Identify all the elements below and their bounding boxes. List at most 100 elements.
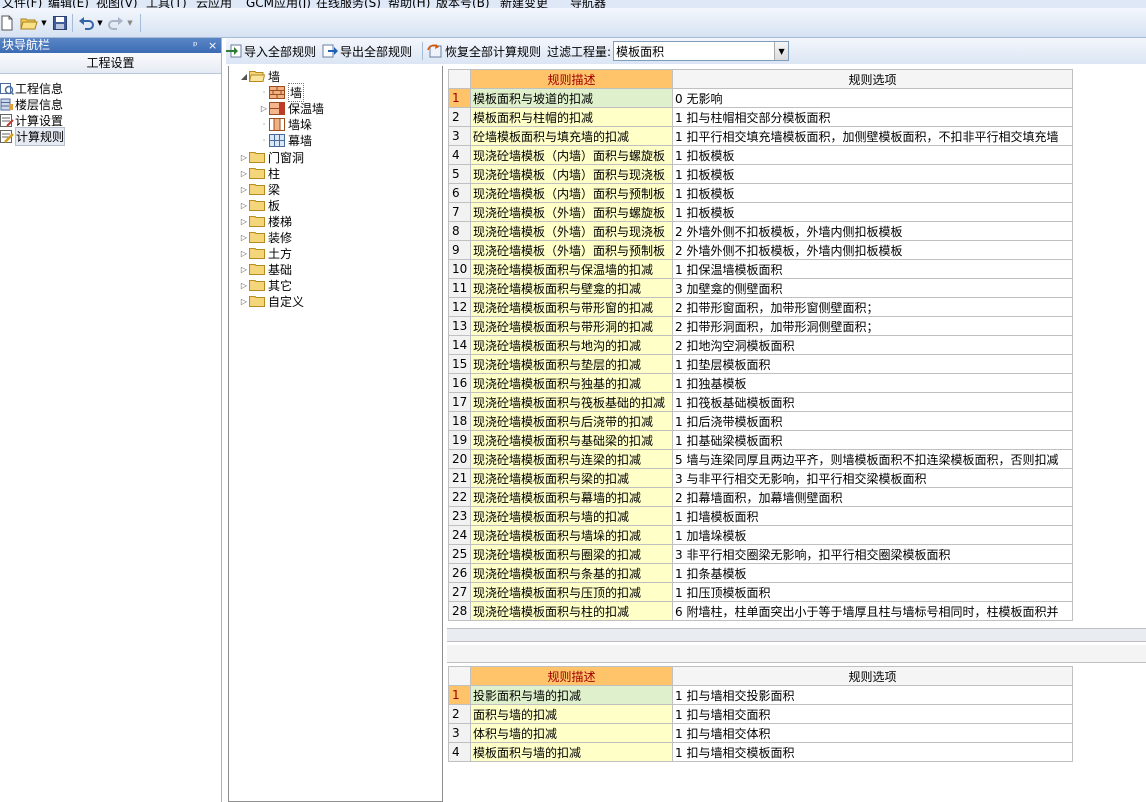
table-row[interactable]: 8 现浇砼墙模板（外墙）面积与现浇板 2 外墙外侧不扣板模板，外墙内侧扣板模板 [448, 221, 1073, 241]
row-number[interactable]: 8 [448, 221, 471, 241]
tree-node-curtain-wall[interactable]: · 幕墙 [259, 132, 312, 148]
chevron-down-icon[interactable]: ▼ [774, 42, 789, 60]
chevron-down-icon[interactable]: ▼ [40, 14, 48, 32]
row-number[interactable]: 19 [448, 430, 471, 450]
rule-option-cell[interactable]: 1 扣后浇带模板面积 [672, 411, 1073, 431]
rule-option-cell[interactable]: 5 墙与连梁同厚且两边平齐，则墙模板面积不扣连梁模板面积，否则扣减 [672, 449, 1073, 469]
table-row[interactable]: 15 现浇砼墙模板面积与垫层的扣减 1 扣垫层模板面积 [448, 354, 1073, 374]
tree-node-wall[interactable]: · 墙 [259, 82, 305, 102]
redo-icon[interactable] [108, 14, 124, 32]
table-row[interactable]: 23 现浇砼墙模板面积与墙的扣减 1 扣墙模板面积 [448, 506, 1073, 526]
row-number[interactable]: 20 [448, 449, 471, 469]
menu-item-navigator[interactable]: 导航器 [570, 0, 606, 8]
expand-icon[interactable]: ▷ [239, 185, 249, 194]
rule-option-cell[interactable]: 6 附墙柱，柱单面突出小于等于墙厚且柱与墙标号相同时，柱模板面积并 [672, 601, 1073, 621]
table-row[interactable]: 2 模板面积与柱帽的扣减 1 扣与柱帽相交部分模板面积 [448, 107, 1073, 127]
expand-icon[interactable]: ▷ [239, 233, 249, 242]
rule-option-cell[interactable]: 1 扣板模板 [672, 183, 1073, 203]
row-number[interactable]: 1 [448, 88, 471, 108]
table-row[interactable]: 13 现浇砼墙模板面积与带形洞的扣减 2 扣带形洞面积，加带形洞侧壁面积； [448, 316, 1073, 336]
expand-icon[interactable]: ▷ [239, 297, 249, 306]
header-rule-options[interactable]: 规则选项 [672, 666, 1073, 686]
menu-item-edit[interactable]: 编辑(E) [48, 0, 89, 8]
rule-option-cell[interactable]: 2 扣带形洞面积，加带形洞侧壁面积； [672, 316, 1073, 336]
tree-node-earthwork[interactable]: ▷ 土方 [239, 245, 292, 261]
table-row[interactable]: 12 现浇砼墙模板面积与带形窗的扣减 2 扣带形窗面积，加带形窗侧壁面积； [448, 297, 1073, 317]
row-number[interactable]: 24 [448, 525, 471, 545]
table-row[interactable]: 1 模板面积与坡道的扣减 0 无影响 [448, 88, 1073, 108]
row-number[interactable]: 14 [448, 335, 471, 355]
table-row[interactable]: 28 现浇砼墙模板面积与柱的扣减 6 附墙柱，柱单面突出小于等于墙厚且柱与墙标号相同… [448, 601, 1073, 621]
row-number[interactable]: 13 [448, 316, 471, 336]
export-rules-button[interactable]: 导出全部规则 [322, 43, 412, 60]
tree-node-slab[interactable]: ▷ 板 [239, 197, 280, 213]
row-number[interactable]: 18 [448, 411, 471, 431]
nav-item-project-info[interactable]: 工程信息 [0, 80, 221, 96]
header-rule-description[interactable]: 规则描述 [470, 69, 673, 89]
nav-group-project-settings[interactable]: 工程设置 [0, 53, 221, 74]
tree-node-insulation-wall[interactable]: ▷ 保温墙 [259, 100, 324, 116]
row-number[interactable]: 7 [448, 202, 471, 222]
table-row[interactable]: 4 现浇砼墙模板（内墙）面积与螺旋板 1 扣板模板 [448, 145, 1073, 165]
row-number[interactable]: 3 [448, 126, 471, 146]
rule-option-cell[interactable]: 1 扣板模板 [672, 145, 1073, 165]
table-row[interactable]: 10 现浇砼墙模板面积与保温墙的扣减 1 扣保温墙模板面积 [448, 259, 1073, 279]
table-row[interactable]: 6 现浇砼墙模板（内墙）面积与预制板 1 扣板模板 [448, 183, 1073, 203]
rule-option-cell[interactable]: 1 扣基础梁模板面积 [672, 430, 1073, 450]
rule-option-cell[interactable]: 1 扣条基模板 [672, 563, 1073, 583]
header-rule-options[interactable]: 规则选项 [672, 69, 1073, 89]
table-row[interactable]: 14 现浇砼墙模板面积与地沟的扣减 2 扣地沟空洞模板面积 [448, 335, 1073, 355]
row-number[interactable]: 3 [448, 723, 471, 743]
rule-option-cell[interactable]: 1 扣筏板基础模板面积 [672, 392, 1073, 412]
filter-quantity-select[interactable]: 模板面积 ▼ [613, 41, 790, 61]
rule-option-cell[interactable]: 1 扣保温墙模板面积 [672, 259, 1073, 279]
rule-option-cell[interactable]: 1 扣平行相交填充墙模板面积，加侧壁模板面积，不扣非平行相交填充墙 [672, 126, 1073, 146]
tree-node-other[interactable]: ▷ 其它 [239, 277, 292, 293]
table-row[interactable]: 4 模板面积与墙的扣减 1 扣与墙相交模板面积 [448, 742, 1073, 762]
table-row[interactable]: 16 现浇砼墙模板面积与独基的扣减 1 扣独基模板 [448, 373, 1073, 393]
tree-node-wall-group[interactable]: ◢ 墙 [239, 68, 280, 84]
rule-option-cell[interactable]: 2 外墙外侧不扣板模板，外墙内侧扣板模板 [672, 240, 1073, 260]
menu-item-cloud[interactable]: 云应用 [196, 0, 232, 8]
save-icon[interactable] [52, 14, 68, 32]
expand-icon[interactable]: ▷ [239, 281, 249, 290]
rule-option-cell[interactable]: 1 扣与墙相交面积 [672, 704, 1073, 724]
table-row[interactable]: 18 现浇砼墙模板面积与后浇带的扣减 1 扣后浇带模板面积 [448, 411, 1073, 431]
row-number[interactable]: 6 [448, 183, 471, 203]
restore-rules-button[interactable]: 恢复全部计算规则 [427, 43, 541, 60]
table-row[interactable]: 3 体积与墙的扣减 1 扣与墙相交体积 [448, 723, 1073, 743]
table-row[interactable]: 3 砼墙模板面积与填充墙的扣减 1 扣平行相交填充墙模板面积，加侧壁模板面积，不扣非… [448, 126, 1073, 146]
rule-option-cell[interactable]: 3 加壁龛的侧壁面积 [672, 278, 1073, 298]
menu-item-file[interactable]: 文件(F) [2, 0, 42, 8]
rule-option-cell[interactable]: 2 扣幕墙面积，加幕墙侧壁面积 [672, 487, 1073, 507]
table-row[interactable]: 11 现浇砼墙模板面积与壁龛的扣减 3 加壁龛的侧壁面积 [448, 278, 1073, 298]
rule-option-cell[interactable]: 1 加墙垛模板 [672, 525, 1073, 545]
rule-option-cell[interactable]: 1 扣与墙相交投影面积 [672, 685, 1073, 705]
close-icon[interactable]: × [208, 38, 217, 53]
chevron-down-icon[interactable]: ▼ [126, 14, 134, 32]
row-number[interactable]: 12 [448, 297, 471, 317]
rule-option-cell[interactable]: 1 扣与墙相交体积 [672, 723, 1073, 743]
table-row[interactable]: 25 现浇砼墙模板面积与圈梁的扣减 3 非平行相交圈梁无影响，扣平行相交圈梁模板面积 [448, 544, 1073, 564]
collapse-icon[interactable]: ◢ [239, 72, 249, 81]
tree-node-stairs[interactable]: ▷ 楼梯 [239, 213, 292, 229]
table-row[interactable]: 9 现浇砼墙模板（外墙）面积与预制板 2 外墙外侧不扣板模板，外墙内侧扣板模板 [448, 240, 1073, 260]
row-number[interactable]: 10 [448, 259, 471, 279]
rule-option-cell[interactable]: 3 与非平行相交无影响，扣平行相交梁模板面积 [672, 468, 1073, 488]
expand-icon[interactable]: ▷ [239, 169, 249, 178]
new-file-icon[interactable] [0, 14, 14, 32]
row-number[interactable]: 16 [448, 373, 471, 393]
row-number[interactable]: 26 [448, 563, 471, 583]
menu-item-help[interactable]: 帮助(H) [388, 0, 430, 8]
nav-item-floor-info[interactable]: 楼层信息 [0, 96, 221, 112]
table-row[interactable]: 27 现浇砼墙模板面积与压顶的扣减 1 扣压顶模板面积 [448, 582, 1073, 602]
row-number[interactable]: 1 [448, 685, 471, 705]
grid-splitter[interactable] [447, 628, 1146, 642]
row-number[interactable]: 2 [448, 704, 471, 724]
menu-item-new-change[interactable]: 新建变更 [500, 0, 548, 8]
tree-node-wall-pier[interactable]: · 墙垛 [259, 116, 312, 132]
expand-icon[interactable]: ▷ [239, 217, 249, 226]
rule-option-cell[interactable]: 1 扣独基模板 [672, 373, 1073, 393]
row-number[interactable]: 15 [448, 354, 471, 374]
table-row[interactable]: 22 现浇砼墙模板面积与幕墙的扣减 2 扣幕墙面积，加幕墙侧壁面积 [448, 487, 1073, 507]
